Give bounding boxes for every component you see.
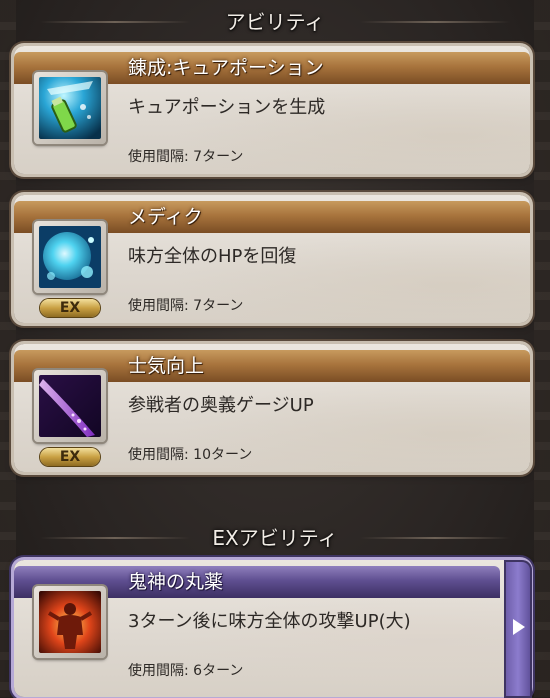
ability-description: 味方全体のHPを回復 <box>128 246 297 267</box>
ex-ability-card-demon-pill[interactable]: 鬼神の丸薬 3ターン後に味方全体の攻撃UP(大) 使用間隔: 6ターン <box>14 560 532 698</box>
ex-badge: EX <box>40 448 100 466</box>
medic-orb-icon <box>34 221 106 293</box>
ability-name: 士気向上 <box>128 355 205 377</box>
ability-cooldown: 使用間隔: 7ターン <box>128 298 244 314</box>
ability-card-medic[interactable]: メディク EX 味方全体のHPを回復 使用間隔: 7ターン <box>14 195 530 323</box>
ability-card-cure-potion[interactable]: 錬成:キュアポーション キュアポーションを生成 使用間隔: 7ターン <box>14 46 530 174</box>
ability-cooldown: 使用間隔: 10ターン <box>128 447 253 463</box>
ability-description: 参戦者の奥義ゲージUP <box>128 395 314 416</box>
abilities-section-header: アビリティ <box>0 6 550 35</box>
demon-pill-icon <box>34 586 106 658</box>
ability-card-morale-up[interactable]: 士気向上 EX 参戦者の奥義ゲージUP 使用間隔: 10ターン <box>14 344 530 472</box>
ability-description: キュアポーションを生成 <box>128 97 326 118</box>
ex-ability-cooldown: 使用間隔: 6ターン <box>128 663 244 679</box>
ability-cooldown: 使用間隔: 7ターン <box>128 149 244 165</box>
ability-name: メディク <box>128 206 203 228</box>
scroll-right-button[interactable] <box>504 560 532 698</box>
arrow-right-icon <box>513 619 525 635</box>
morale-beam-icon <box>34 370 106 442</box>
ex-abilities-section-header: EXアビリティ <box>0 522 550 551</box>
cure-potion-icon <box>34 72 106 144</box>
ex-ability-description: 3ターン後に味方全体の攻撃UP(大) <box>128 611 411 632</box>
ability-name: 錬成:キュアポーション <box>128 57 324 79</box>
ex-badge: EX <box>40 299 100 317</box>
ex-ability-name: 鬼神の丸薬 <box>128 571 224 593</box>
right-frame-ornament <box>534 0 550 697</box>
